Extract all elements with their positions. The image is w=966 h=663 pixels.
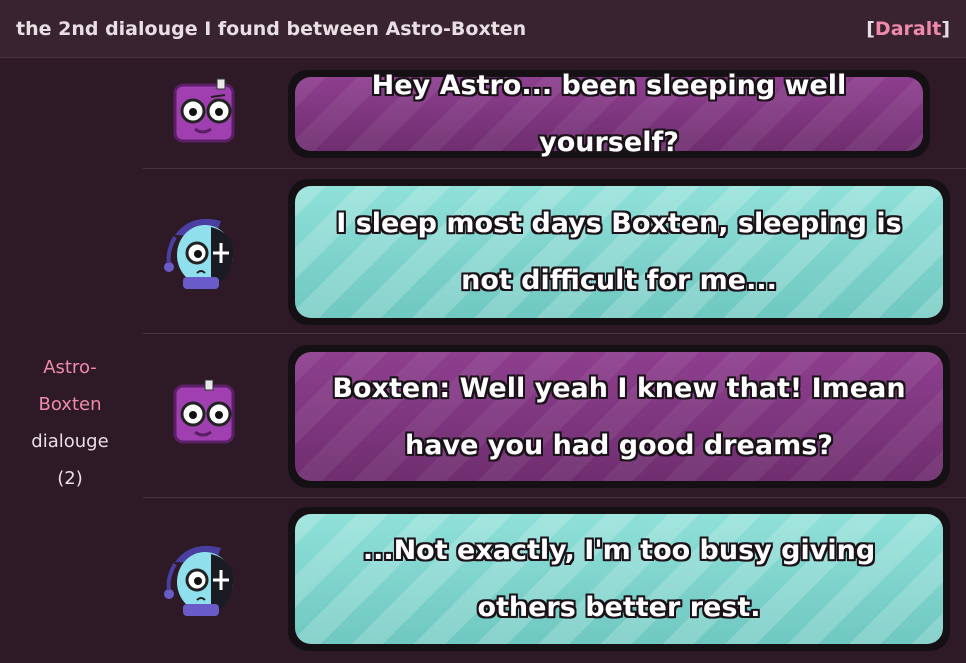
dialogue-row: I sleep most days Boxten, sleeping is no…	[143, 169, 966, 334]
speech-text: ...Not exactly, I'm too busy giving othe…	[295, 514, 943, 644]
speech-text: Boxten: Well yeah I knew that! Imean hav…	[295, 352, 943, 481]
user-name-link[interactable]: Daralt	[875, 18, 941, 40]
sidebar-label-line4: (2)	[57, 468, 83, 489]
astro-icon	[164, 545, 234, 616]
dialogue-row: Boxten: Well yeah I knew that! Imean hav…	[143, 334, 966, 498]
sidebar-label-line3: dialouge	[31, 431, 109, 452]
astro-icon	[164, 218, 234, 289]
speech-bubble: I sleep most days Boxten, sleeping is no…	[288, 179, 950, 325]
user-tag[interactable]: [Daralt]	[866, 18, 950, 40]
user-bracket-open: [	[866, 18, 875, 40]
speech-text: I sleep most days Boxten, sleeping is no…	[295, 186, 943, 318]
sidebar-label: Astro- Boxten dialouge (2)	[0, 349, 140, 497]
dialogue-row: Hey Astro... been sleeping well yourself…	[143, 59, 966, 169]
header-bar: the 2nd dialouge I found between Astro-B…	[0, 0, 966, 58]
speech-bubble: Boxten: Well yeah I knew that! Imean hav…	[288, 345, 950, 488]
speech-bubble: ...Not exactly, I'm too busy giving othe…	[288, 507, 950, 651]
dialogue-list: Hey Astro... been sleeping well yourself…	[143, 59, 966, 663]
user-bracket-close: ]	[941, 18, 950, 40]
boxten-icon	[173, 379, 235, 444]
sidebar-column: Astro- Boxten dialouge (2)	[0, 59, 140, 663]
speech-text: Hey Astro... been sleeping well yourself…	[295, 70, 923, 158]
dialogue-row: ...Not exactly, I'm too busy giving othe…	[143, 498, 966, 663]
page-title: the 2nd dialouge I found between Astro-B…	[16, 18, 527, 40]
sidebar-link-line2[interactable]: Boxten	[0, 386, 140, 423]
boxten-icon	[173, 78, 235, 143]
sidebar-link-line1[interactable]: Astro-	[0, 349, 140, 386]
speech-bubble: Hey Astro... been sleeping well yourself…	[288, 70, 930, 158]
